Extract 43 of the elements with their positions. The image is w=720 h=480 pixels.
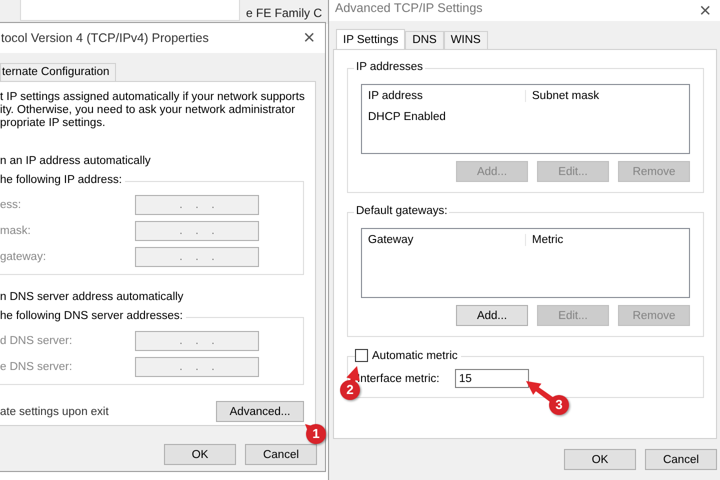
list-view[interactable]: Gateway Metric [361,228,690,298]
close-button[interactable]: × [699,1,711,21]
group-label[interactable]: he following IP address: [0,174,125,186]
ip-address-field[interactable]: . . . [135,195,259,215]
list-item-text: e FE Family C [246,6,322,20]
radio-label[interactable]: n an IP address automatically [0,155,315,167]
close-button[interactable]: × [303,28,315,48]
ip-address-field[interactable]: . . . [135,247,259,267]
group-label: Default gateways: [354,205,450,217]
field-label: e DNS server: [0,361,74,373]
group-label[interactable]: he following DNS server addresses: [0,310,186,322]
column-header[interactable]: IP address [362,90,525,102]
ip-address-field[interactable]: . . . [135,221,259,241]
advanced-button[interactable]: Advanced... [216,401,304,422]
tab[interactable]: IP Settings [336,29,406,49]
window-title: tocol Version 4 (TCP/IPv4) Properties [1,31,209,45]
column-header[interactable]: Gateway [362,234,525,246]
dialog-button[interactable]: Add... [456,305,528,326]
checkbox[interactable] [355,349,368,362]
group-label: IP addresses [354,61,425,73]
list-view[interactable]: IP address Subnet mask DHCP Enabled [361,84,690,154]
field-label: ess: [0,199,22,211]
field-label: d DNS server: [0,335,74,347]
list-item-text[interactable]: DHCP Enabled [362,110,528,122]
dialog-button[interactable]: Cancel [645,449,717,470]
window-title: Advanced TCP/IP Settings [335,1,483,15]
text-field[interactable] [20,0,240,21]
dialog-button[interactable]: Cancel [245,444,317,465]
ip-address-field[interactable]: . . . [135,357,259,377]
tab[interactable]: DNS [405,31,444,49]
dialog-button[interactable]: OK [564,449,636,470]
radio-label[interactable]: n DNS server address automatically [0,291,315,303]
tab[interactable]: ternate Configuration [0,63,116,81]
column-header[interactable]: Subnet mask [525,90,689,102]
metric-field[interactable]: 15 [455,369,529,388]
field-label: gateway: [0,251,48,263]
checkbox-label[interactable]: ate settings upon exit [0,406,109,418]
dialog-button[interactable]: OK [164,444,236,465]
tab[interactable]: WINS [444,31,488,49]
description-text: t IP settings assigned automatically if your network supports ity. Otherwise, you need to ask your network administrator propriate IP settings. [0,91,306,130]
column-header[interactable]: Metric [525,234,689,246]
ip-address-field[interactable]: . . . [135,331,259,351]
field-label: mask: [0,225,32,237]
